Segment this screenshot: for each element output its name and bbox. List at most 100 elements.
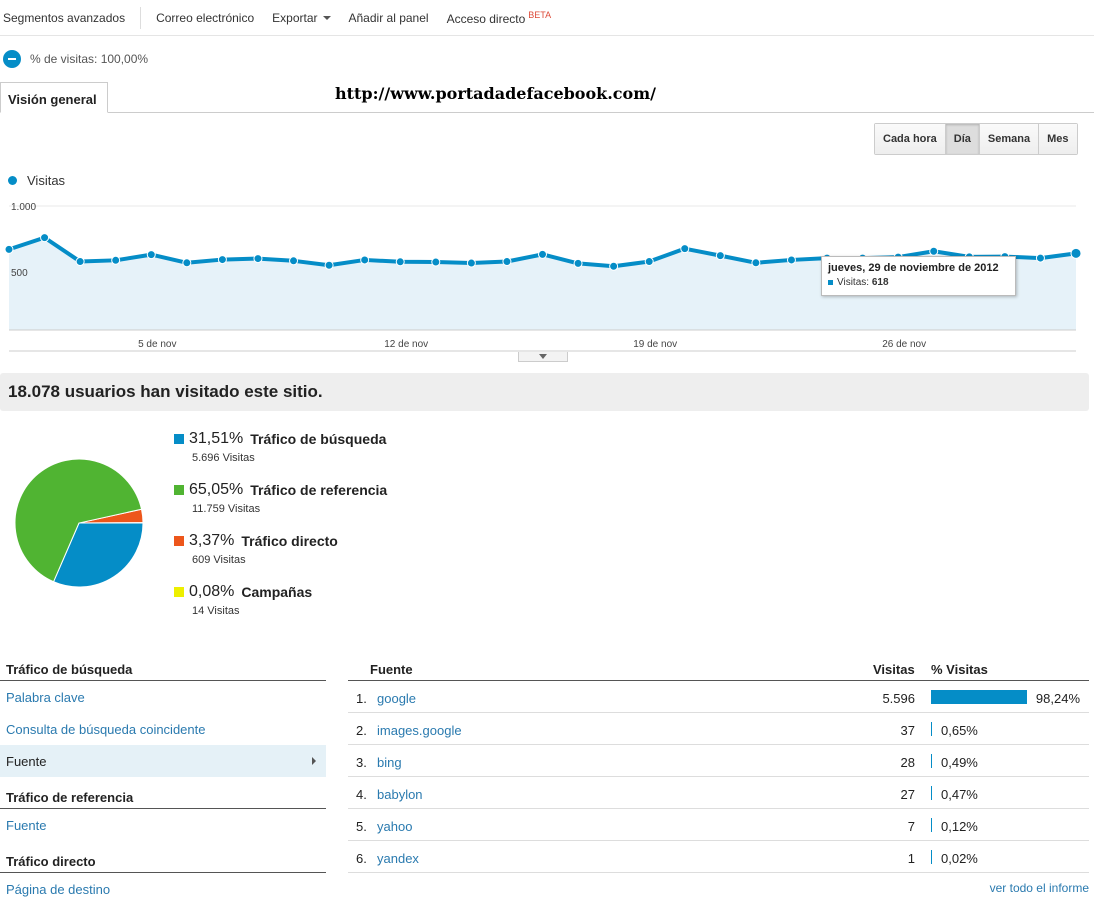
nav-divider	[0, 872, 326, 873]
traffic-visits: 5.696 Visitas	[192, 452, 255, 464]
visits-point	[146, 250, 156, 260]
traffic-visits: 14 Visitas	[192, 605, 240, 617]
shortcut-button[interactable]: Acceso directo BETA	[438, 10, 561, 26]
export-button[interactable]: Exportar	[263, 11, 339, 25]
visits-point	[75, 257, 85, 267]
table-row: 6. yandex 1 0,02%	[348, 841, 1089, 873]
visits-point	[324, 260, 334, 270]
row-pct: 0,65%	[941, 723, 978, 738]
row-visits: 1	[907, 851, 915, 866]
row-rank: 1.	[356, 691, 367, 706]
visits-point	[609, 261, 619, 271]
column-header-pct-visits[interactable]: % Visitas	[931, 662, 988, 677]
tabs-divider	[0, 112, 1094, 113]
legend-swatch-direct	[174, 536, 184, 546]
row-rank: 3.	[356, 755, 367, 770]
column-header-source[interactable]: Fuente	[370, 662, 413, 677]
row-source-link[interactable]: bing	[377, 755, 402, 770]
visits-point	[217, 255, 227, 265]
tooltip-value: 618	[871, 277, 889, 288]
toolbar-divider	[140, 6, 142, 29]
nav-heading-search: Tráfico de búsqueda	[6, 662, 133, 677]
chart-collapse-toggle[interactable]	[518, 352, 568, 362]
visits-point	[1035, 253, 1045, 263]
nav-link-keyword[interactable]: Palabra clave	[6, 690, 85, 705]
segment-indicator[interactable]: % de visitas: 100,00%	[3, 50, 148, 68]
traffic-legend-search: 31,51% Tráfico de búsqueda 5.696 Visitas	[174, 430, 386, 464]
row-pct: 0,12%	[941, 819, 978, 834]
x-tick-label: 26 de nov	[882, 339, 926, 350]
row-pct: 0,47%	[941, 787, 978, 802]
traffic-legend-direct: 3,37% Tráfico directo 609 Visitas	[174, 532, 338, 566]
legend-series-label: Visitas	[27, 173, 66, 188]
visits-point	[751, 258, 761, 268]
row-share-bar	[931, 786, 932, 800]
chart-tooltip: jueves, 29 de noviembre de 2012 Visitas:…	[821, 256, 1016, 296]
beta-badge: BETA	[528, 9, 552, 20]
row-source-link[interactable]: babylon	[377, 787, 423, 802]
view-full-report-link[interactable]: ver todo el informe	[990, 881, 1089, 895]
row-source-link[interactable]: google	[377, 691, 416, 706]
shortcut-label: Acceso directo	[446, 11, 526, 26]
traffic-pct: 3,37%	[189, 532, 235, 549]
row-share-bar	[931, 722, 932, 736]
nav-item-label: Fuente	[6, 754, 47, 769]
segment-pie-icon	[3, 50, 21, 68]
traffic-pie-chart	[14, 458, 144, 588]
advanced-segments-button[interactable]: Segmentos avanzados	[0, 11, 134, 25]
add-to-dashboard-button[interactable]: Añadir al panel	[340, 11, 438, 25]
range-day-button[interactable]: Día	[945, 124, 980, 154]
nav-divider	[0, 680, 326, 681]
tab-overview[interactable]: Visión general	[0, 82, 108, 113]
traffic-visits: 11.759 Visitas	[192, 503, 261, 515]
nav-item-source-selected[interactable]: Fuente	[0, 745, 326, 777]
row-visits: 28	[900, 755, 915, 770]
row-source-link[interactable]: images.google	[377, 723, 462, 738]
row-visits: 37	[900, 723, 915, 738]
row-pct: 0,49%	[941, 755, 978, 770]
nav-link-referral-source[interactable]: Fuente	[6, 818, 46, 833]
column-header-visits[interactable]: Visitas	[873, 662, 915, 677]
x-tick-label: 12 de nov	[384, 339, 428, 350]
traffic-legend-referral: 65,05% Tráfico de referencia 11.759 Visit…	[174, 481, 387, 515]
row-source-link[interactable]: yahoo	[377, 819, 412, 834]
email-button[interactable]: Correo electrónico	[147, 11, 263, 25]
chevron-down-icon	[322, 16, 331, 21]
row-share-bar	[931, 690, 1027, 704]
y-tick-label: 1.000	[11, 202, 36, 213]
row-visits: 7	[907, 819, 915, 834]
row-rank: 6.	[356, 851, 367, 866]
table-row: 1. google 5.596 98,24%	[348, 681, 1089, 713]
nav-link-matched-query[interactable]: Consulta de búsqueda coincidente	[6, 722, 205, 737]
visits-point	[680, 244, 690, 254]
row-rank: 5.	[356, 819, 367, 834]
visits-point	[466, 258, 476, 268]
range-hour-button[interactable]: Cada hora	[875, 124, 946, 154]
chart-legend: Visitas	[8, 173, 65, 188]
traffic-pct: 0,08%	[189, 583, 235, 600]
visits-point	[573, 258, 583, 268]
range-month-button[interactable]: Mes	[1039, 124, 1077, 154]
visits-point	[786, 255, 796, 265]
range-week-button[interactable]: Semana	[979, 124, 1040, 154]
chevron-right-icon	[312, 757, 316, 765]
tooltip-date: jueves, 29 de noviembre de 2012	[828, 262, 999, 274]
row-source-link[interactable]: yandex	[377, 851, 419, 866]
visits-point	[289, 256, 299, 266]
export-label: Exportar	[272, 10, 318, 25]
nav-heading-direct: Tráfico directo	[6, 854, 96, 869]
visits-point	[40, 233, 50, 243]
nav-divider	[0, 808, 326, 809]
nav-link-landing-page[interactable]: Página de destino	[6, 882, 110, 897]
row-visits: 5.596	[882, 691, 915, 706]
table-row: 5. yahoo 7 0,12%	[348, 809, 1089, 841]
row-rank: 4.	[356, 787, 367, 802]
visits-point	[111, 255, 121, 265]
visits-point	[360, 255, 370, 265]
visits-point	[502, 257, 512, 267]
traffic-pct: 65,05%	[189, 481, 244, 498]
nav-heading-referral: Tráfico de referencia	[6, 790, 134, 805]
time-range-selector: Cada hora Día Semana Mes	[874, 123, 1078, 155]
watermark-url: http://www.portadadefacebook.com/	[335, 84, 656, 103]
row-rank: 2.	[356, 723, 367, 738]
